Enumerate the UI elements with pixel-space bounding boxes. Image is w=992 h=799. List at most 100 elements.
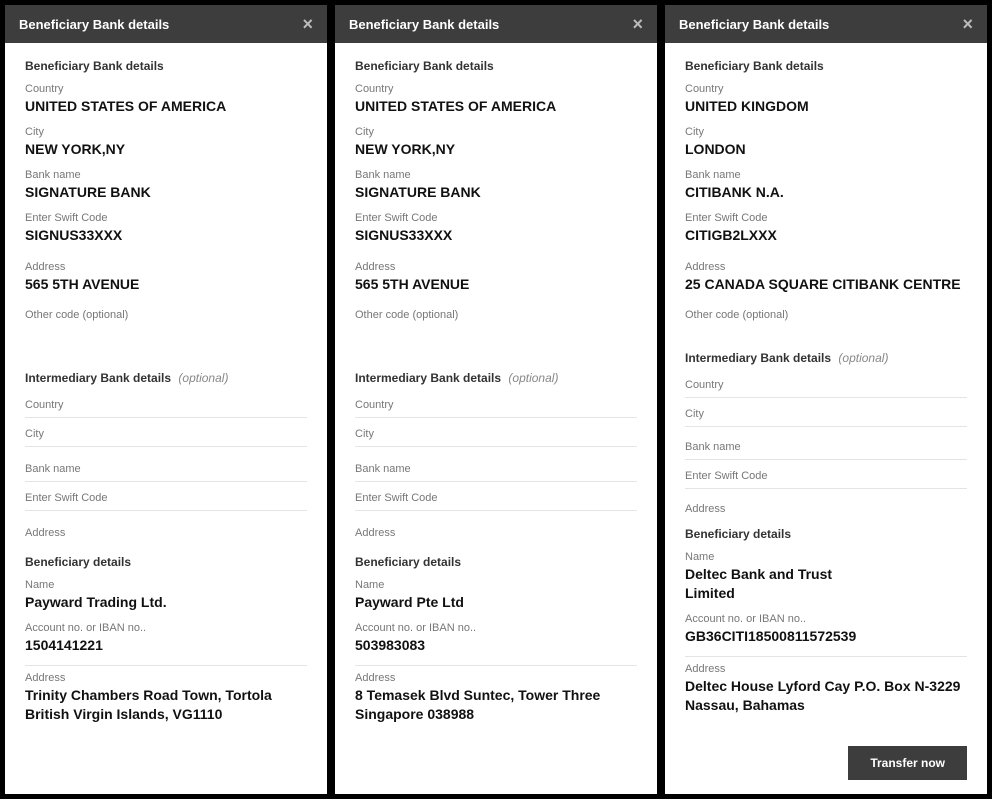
label-ben-address: Address <box>25 672 307 684</box>
field-ben-name: Name Payward Trading Ltd. <box>25 579 307 612</box>
section-intermediary-title: Intermediary Bank details (optional) <box>25 371 307 385</box>
field-bank-name: Bank name CITIBANK N.A. <box>685 169 967 202</box>
intermediary-country-input[interactable]: Country <box>25 395 307 418</box>
value-address: 25 CANADA SQUARE CITIBANK CENTRE <box>685 275 967 294</box>
intermediary-country-input[interactable]: Country <box>355 395 637 418</box>
panel-header: Beneficiary Bank details × <box>335 5 657 43</box>
intermediary-bank-name-input[interactable]: Bank name <box>355 459 637 482</box>
field-ben-name: Name Payward Pte Ltd <box>355 579 637 612</box>
value-country: UNITED STATES OF AMERICA <box>355 97 637 116</box>
value-ben-address: Trinity Chambers Road Town, Tortola Brit… <box>25 686 307 724</box>
label-city: City <box>355 126 637 138</box>
label-ben-address: Address <box>685 663 967 675</box>
close-icon[interactable]: × <box>302 15 313 33</box>
label-swift: Enter Swift Code <box>25 212 307 224</box>
section-beneficiary-title: Beneficiary details <box>685 527 967 541</box>
value-city: LONDON <box>685 140 967 159</box>
close-icon[interactable]: × <box>632 15 643 33</box>
intermediary-address-input[interactable]: Address <box>685 499 967 521</box>
panel-footer: Transfer now <box>665 738 987 794</box>
panel-title: Beneficiary Bank details <box>349 17 499 32</box>
value-bank-name: SIGNATURE BANK <box>355 183 637 202</box>
transfer-now-button[interactable]: Transfer now <box>848 746 967 780</box>
value-ben-account: GB36CITI18500811572539 <box>685 627 967 646</box>
section-bank-title: Beneficiary Bank details <box>25 59 307 73</box>
field-address: Address 25 CANADA SQUARE CITIBANK CENTRE <box>685 261 967 294</box>
intermediary-swift-input[interactable]: Enter Swift Code <box>685 466 967 489</box>
label-country: Country <box>355 83 637 95</box>
label-ben-account: Account no. or IBAN no.. <box>25 622 307 634</box>
field-address: Address 565 5TH AVENUE <box>25 261 307 294</box>
label-address: Address <box>25 261 307 273</box>
panel-title: Beneficiary Bank details <box>679 17 829 32</box>
panel-header: Beneficiary Bank details × <box>665 5 987 43</box>
section-beneficiary-title: Beneficiary details <box>355 555 637 569</box>
optional-label: (optional) <box>178 371 228 385</box>
value-swift: CITIGB2LXXX <box>685 226 967 245</box>
label-other-code: Other code (optional) <box>355 309 637 321</box>
section-intermediary-title: Intermediary Bank details (optional) <box>685 351 967 365</box>
close-icon[interactable]: × <box>962 15 973 33</box>
label-swift: Enter Swift Code <box>355 212 637 224</box>
label-other-code: Other code (optional) <box>685 309 967 321</box>
label-ben-address: Address <box>355 672 637 684</box>
panel-3: Beneficiary Bank details × Beneficiary B… <box>664 4 988 795</box>
field-ben-address: Address Trinity Chambers Road Town, Tort… <box>25 672 307 724</box>
field-bank-name: Bank name SIGNATURE BANK <box>355 169 637 202</box>
intermediary-swift-input[interactable]: Enter Swift Code <box>25 488 307 511</box>
field-other-code: Other code (optional) <box>685 309 967 321</box>
intermediary-city-input[interactable]: City <box>355 424 637 447</box>
optional-label: (optional) <box>838 351 888 365</box>
label-country: Country <box>25 83 307 95</box>
field-bank-name: Bank name SIGNATURE BANK <box>25 169 307 202</box>
intermediary-city-input[interactable]: City <box>685 404 967 427</box>
panel-1: Beneficiary Bank details × Beneficiary B… <box>4 4 328 795</box>
intermediary-address-input[interactable]: Address <box>25 523 307 545</box>
value-ben-name: Deltec Bank and Trust Limited <box>685 565 865 603</box>
intermediary-label: Intermediary Bank details <box>685 351 831 365</box>
value-ben-account: 503983083 <box>355 636 637 655</box>
field-ben-account: Account no. or IBAN no.. GB36CITI1850081… <box>685 613 967 646</box>
field-city: City LONDON <box>685 126 967 159</box>
field-swift: Enter Swift Code CITIGB2LXXX <box>685 212 967 245</box>
field-country: Country UNITED KINGDOM <box>685 83 967 116</box>
label-swift: Enter Swift Code <box>685 212 967 224</box>
value-ben-address: Deltec House Lyford Cay P.O. Box N-3229 … <box>685 677 967 715</box>
value-ben-account: 1504141221 <box>25 636 307 655</box>
value-swift: SIGNUS33XXX <box>355 226 637 245</box>
label-ben-account: Account no. or IBAN no.. <box>685 613 967 625</box>
panel-2: Beneficiary Bank details × Beneficiary B… <box>334 4 658 795</box>
label-ben-name: Name <box>355 579 637 591</box>
field-ben-address: Address Deltec House Lyford Cay P.O. Box… <box>685 663 967 715</box>
label-ben-account: Account no. or IBAN no.. <box>355 622 637 634</box>
panel-body: Beneficiary Bank details Country UNITED … <box>665 43 987 738</box>
field-swift: Enter Swift Code SIGNUS33XXX <box>25 212 307 245</box>
field-address: Address 565 5TH AVENUE <box>355 261 637 294</box>
intermediary-bank-name-input[interactable]: Bank name <box>25 459 307 482</box>
value-city: NEW YORK,NY <box>355 140 637 159</box>
intermediary-city-input[interactable]: City <box>25 424 307 447</box>
intermediary-address-input[interactable]: Address <box>355 523 637 545</box>
value-swift: SIGNUS33XXX <box>25 226 307 245</box>
optional-label: (optional) <box>508 371 558 385</box>
value-ben-address: 8 Temasek Blvd Suntec, Tower Three Singa… <box>355 686 637 724</box>
panel-header: Beneficiary Bank details × <box>5 5 327 43</box>
intermediary-label: Intermediary Bank details <box>25 371 171 385</box>
value-bank-name: CITIBANK N.A. <box>685 183 967 202</box>
label-address: Address <box>355 261 637 273</box>
section-bank-title: Beneficiary Bank details <box>355 59 637 73</box>
section-intermediary-title: Intermediary Bank details (optional) <box>355 371 637 385</box>
label-city: City <box>685 126 967 138</box>
field-ben-account: Account no. or IBAN no.. 503983083 <box>355 622 637 655</box>
value-city: NEW YORK,NY <box>25 140 307 159</box>
intermediary-swift-input[interactable]: Enter Swift Code <box>355 488 637 511</box>
intermediary-bank-name-input[interactable]: Bank name <box>685 437 967 460</box>
section-beneficiary-title: Beneficiary details <box>25 555 307 569</box>
intermediary-country-input[interactable]: Country <box>685 375 967 398</box>
intermediary-label: Intermediary Bank details <box>355 371 501 385</box>
field-country: Country UNITED STATES OF AMERICA <box>25 83 307 116</box>
value-address: 565 5TH AVENUE <box>355 275 637 294</box>
field-other-code: Other code (optional) <box>355 309 637 321</box>
value-address: 565 5TH AVENUE <box>25 275 307 294</box>
value-bank-name: SIGNATURE BANK <box>25 183 307 202</box>
